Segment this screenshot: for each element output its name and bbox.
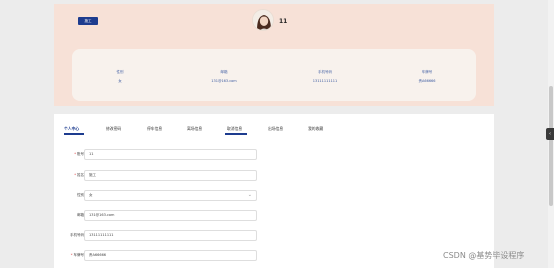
form-row-account: *账号 11 — [54, 149, 314, 161]
tab-bar: 个人中心 修改密码 停车信息 离场信息 取消信息 出场信息 我的收藏 — [54, 126, 494, 138]
info-value: 女 — [118, 79, 122, 83]
tab-parking-info[interactable]: 停车信息 — [147, 126, 162, 132]
email-input[interactable]: 131@163.com — [84, 210, 257, 221]
tab-my-favorites[interactable]: 我的收藏 — [308, 126, 323, 132]
info-email: 邮箱 131@163.com — [184, 70, 264, 83]
chevron-down-icon: ⌄ — [247, 192, 252, 198]
form-row-email: 邮箱 131@163.com — [54, 210, 314, 222]
username: 11 — [279, 18, 288, 25]
tab-cancel-info[interactable]: 取消信息 — [227, 126, 242, 132]
email-label: 邮箱 — [77, 213, 84, 217]
main-panel: 个人中心 修改密码 停车信息 离场信息 取消信息 出场信息 我的收藏 *账号 1… — [54, 114, 494, 268]
info-label: 性别 — [116, 70, 124, 74]
info-label: 车牌号 — [421, 70, 433, 74]
form-row-gender: 性别 女 ⌄ — [54, 190, 314, 202]
chevron-left-icon: ‹ — [549, 131, 551, 137]
phone-label: 手机号码 — [70, 233, 84, 237]
info-value: 131@163.com — [211, 79, 237, 83]
account-input[interactable]: 11 — [84, 149, 257, 160]
gender-select-value: 女 — [89, 193, 93, 197]
watermark: CSDN @基势毕设程序 — [443, 251, 525, 260]
info-card: 性别 女 邮箱 131@163.com 手机号码 13111111111 车牌号… — [72, 49, 476, 101]
info-gender: 性别 女 — [80, 70, 160, 84]
info-phone: 手机号码 13111111111 — [285, 70, 365, 83]
role-badge: 施工 — [78, 17, 98, 25]
plate-label: *车牌号 — [70, 253, 84, 257]
info-label: 邮箱 — [220, 70, 228, 74]
gender-select[interactable]: 女 ⌄ — [84, 190, 257, 201]
avatar — [252, 9, 274, 31]
tab-underline-personal — [64, 133, 84, 135]
avatar-portrait-icon — [253, 10, 273, 30]
account-label: *账号 — [74, 152, 84, 156]
tab-departure-info[interactable]: 离场信息 — [187, 126, 202, 132]
info-value: 贵A66666 — [418, 79, 436, 83]
form-row-phone: 手机号码 13111111111 — [54, 230, 314, 242]
form-row-name: *姓名 施工 — [54, 170, 314, 182]
info-value: 13111111111 — [312, 79, 338, 83]
gender-label: 性别 — [77, 193, 84, 197]
tab-exit-info[interactable]: 出场信息 — [268, 126, 283, 132]
scroll-thumb[interactable] — [549, 86, 553, 206]
name-label: *姓名 — [74, 173, 84, 177]
tab-change-password[interactable]: 修改密码 — [106, 126, 121, 132]
side-toggle-button[interactable]: ‹ — [546, 128, 554, 140]
plate-input[interactable]: 贵A66666 — [84, 250, 257, 261]
tab-personal-center[interactable]: 个人中心 — [64, 126, 79, 132]
info-label: 手机号码 — [318, 70, 332, 74]
name-input[interactable]: 施工 — [84, 170, 257, 181]
tab-underline-cancel — [225, 133, 247, 135]
info-plate: 车牌号 贵A66666 — [387, 70, 467, 84]
form-row-plate: *车牌号 贵A66666 — [54, 250, 314, 262]
profile-header: 施工 11 性别 女 邮箱 131@163.com 手机号码 131111111… — [54, 4, 494, 106]
phone-input[interactable]: 13111111111 — [84, 230, 257, 241]
